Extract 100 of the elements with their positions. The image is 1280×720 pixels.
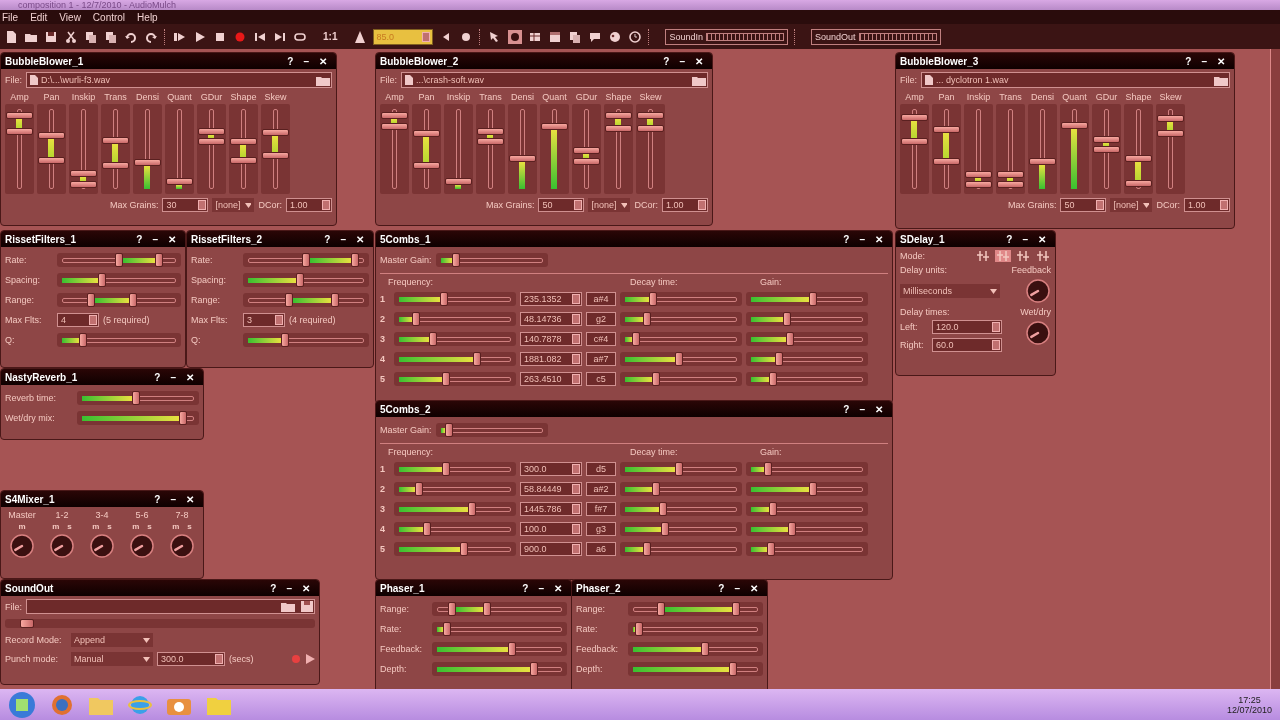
label: Q:	[191, 335, 202, 345]
minimize-button[interactable]: –	[854, 233, 870, 245]
dropdown[interactable]: [none]	[1110, 198, 1153, 212]
number-field[interactable]: 58.84449	[520, 481, 582, 496]
minimize-button[interactable]: –	[147, 233, 163, 245]
number-field[interactable]: 120.0	[932, 320, 1002, 334]
solo-button[interactable]: s	[147, 522, 152, 531]
help-button[interactable]: ?	[319, 233, 336, 245]
number-field[interactable]: 50	[1060, 198, 1107, 212]
file-field[interactable]: D:\...\wurli-f3.wav	[26, 72, 332, 88]
row-number: 2	[380, 313, 386, 324]
minimize-button[interactable]: –	[335, 233, 351, 245]
label: Max Grains:	[109, 200, 159, 210]
close-button[interactable]: ✕	[1033, 233, 1051, 245]
help-button[interactable]: ?	[1180, 55, 1197, 67]
row-number: 1	[380, 293, 386, 304]
help-button[interactable]: ?	[149, 371, 166, 383]
minimize-button[interactable]: –	[854, 403, 870, 415]
number-field[interactable]: 300.0	[520, 461, 582, 476]
file-field[interactable]: ...\crash-soft.wav	[401, 72, 708, 88]
close-button[interactable]: ✕	[351, 233, 369, 245]
label: Max Grains:	[485, 200, 535, 210]
mute-button[interactable]: m	[52, 522, 60, 531]
minimize-button[interactable]: –	[533, 582, 549, 594]
close-button[interactable]: ✕	[690, 55, 708, 67]
minimize-button[interactable]: –	[165, 493, 181, 505]
number-field[interactable]: 263.4510	[520, 371, 582, 386]
row-number: 1	[380, 463, 386, 474]
close-button[interactable]: ✕	[870, 403, 888, 415]
number-field[interactable]: 1445.786	[520, 501, 582, 516]
dropdown[interactable]: Manual	[71, 652, 153, 666]
label: 1-2	[55, 510, 69, 520]
dropdown[interactable]: Milliseconds	[900, 284, 1000, 298]
number-field[interactable]: 1.00	[1184, 198, 1230, 212]
help-button[interactable]: ?	[517, 582, 534, 594]
help-button[interactable]: ?	[131, 233, 148, 245]
help-button[interactable]: ?	[265, 582, 282, 594]
close-button[interactable]: ✕	[181, 493, 199, 505]
minimize-button[interactable]: –	[674, 55, 690, 67]
close-button[interactable]: ✕	[1212, 55, 1230, 67]
solo-button[interactable]: s	[187, 522, 192, 531]
dropdown[interactable]: [none]	[588, 198, 631, 212]
mute-button[interactable]: m	[172, 522, 180, 531]
help-button[interactable]: ?	[149, 493, 166, 505]
menu-item[interactable]: View	[59, 11, 81, 23]
close-button[interactable]: ✕	[314, 55, 332, 67]
close-button[interactable]: ✕	[181, 371, 199, 383]
help-button[interactable]: ?	[282, 55, 299, 67]
menu-item[interactable]: Help	[137, 11, 158, 23]
number-field[interactable]: 900.0	[520, 541, 582, 556]
solo-button[interactable]: s	[107, 522, 112, 531]
dropdown[interactable]: [none]	[212, 198, 255, 212]
close-button[interactable]: ✕	[745, 582, 763, 594]
label: Max Flts:	[191, 315, 229, 325]
minimize-button[interactable]: –	[1196, 55, 1212, 67]
label: Pan	[938, 92, 955, 102]
help-button[interactable]: ?	[658, 55, 675, 67]
number-field[interactable]: 300.0	[157, 652, 225, 666]
mute-button[interactable]: m	[18, 522, 26, 531]
note-label: g2	[586, 311, 616, 326]
minimize-button[interactable]: –	[281, 582, 297, 594]
number-field[interactable]: 140.7878	[520, 331, 582, 346]
minimize-button[interactable]: –	[298, 55, 314, 67]
solo-button[interactable]: s	[67, 522, 72, 531]
menu-item[interactable]: File	[2, 11, 19, 23]
minimize-button[interactable]: –	[1017, 233, 1033, 245]
number-field[interactable]: 4	[57, 313, 99, 327]
label: Decay time:	[630, 277, 679, 287]
number-field[interactable]: 60.0	[932, 338, 1002, 352]
help-button[interactable]: ?	[713, 582, 730, 594]
minimize-button[interactable]: –	[165, 371, 181, 383]
close-button[interactable]: ✕	[297, 582, 315, 594]
label: Densi	[1031, 92, 1054, 102]
mute-button[interactable]: m	[132, 522, 140, 531]
close-button[interactable]: ✕	[163, 233, 181, 245]
menu-item[interactable]: Edit	[30, 11, 48, 23]
minimize-button[interactable]: –	[729, 582, 745, 594]
number-field[interactable]: 1881.082	[520, 351, 582, 366]
number-field[interactable]: 3	[243, 313, 285, 327]
close-button[interactable]: ✕	[549, 582, 567, 594]
zoom-button[interactable]: 1:1	[323, 31, 338, 42]
file-field[interactable]: ... dyclotron 1.wav	[921, 72, 1230, 88]
help-button[interactable]: ?	[838, 403, 855, 415]
label: Master Gain:	[380, 425, 432, 435]
number-field[interactable]: 100.0	[520, 521, 582, 536]
label: Decay time:	[630, 447, 679, 457]
menu-item[interactable]: Control	[92, 11, 126, 23]
number-field[interactable]: 50	[538, 198, 585, 212]
dropdown[interactable]: Append	[71, 633, 153, 647]
help-button[interactable]: ?	[1001, 233, 1018, 245]
number-field[interactable]: 48.14736	[520, 311, 582, 326]
close-button[interactable]: ✕	[870, 233, 888, 245]
number-field[interactable]: 30	[162, 198, 209, 212]
number-field[interactable]: 1.00	[286, 198, 332, 212]
number-field[interactable]: 235.1352	[520, 291, 582, 306]
mute-button[interactable]: m	[92, 522, 100, 531]
number-field[interactable]: 1.00	[662, 198, 708, 212]
level-meter: SoundOut	[811, 28, 941, 45]
note-label: a#7	[586, 351, 616, 366]
help-button[interactable]: ?	[838, 233, 855, 245]
